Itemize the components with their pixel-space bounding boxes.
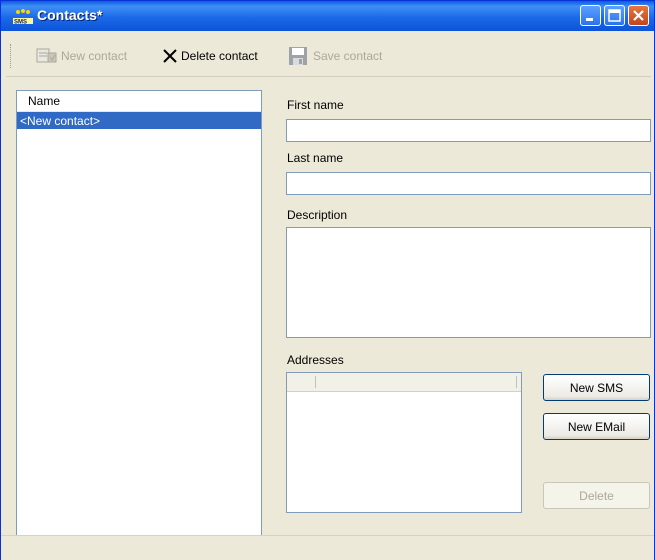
first-name-field[interactable] xyxy=(286,119,651,142)
new-sms-button[interactable]: New SMS xyxy=(543,374,650,401)
list-item[interactable]: <New contact> xyxy=(17,112,261,129)
minimize-icon xyxy=(586,18,593,21)
x-icon xyxy=(162,47,178,65)
close-icon xyxy=(633,10,644,21)
description-textarea[interactable] xyxy=(286,227,651,338)
floppy-disk-icon xyxy=(288,47,310,65)
first-name-label: First name xyxy=(287,98,344,112)
maximize-icon xyxy=(608,9,621,22)
new-contact-label: New contact xyxy=(61,49,128,63)
new-sms-label: New SMS xyxy=(569,380,624,395)
delete-contact-label: Delete contact xyxy=(181,49,258,63)
toolbar-grip[interactable] xyxy=(10,44,14,68)
delete-address-button[interactable]: Delete xyxy=(543,482,650,509)
column-separator[interactable] xyxy=(315,376,316,388)
save-contact-button[interactable]: Save contact xyxy=(288,46,382,66)
new-contact-button[interactable]: New contact xyxy=(36,46,127,66)
status-bar xyxy=(1,535,654,560)
new-email-label: New EMail xyxy=(567,419,626,434)
column-separator[interactable] xyxy=(516,376,517,388)
addresses-list-header[interactable] xyxy=(287,373,521,392)
title-bar[interactable]: SMS Contacts* xyxy=(1,1,654,31)
last-name-label: Last name xyxy=(287,151,344,165)
minimize-button[interactable] xyxy=(580,5,601,26)
addresses-label: Addresses xyxy=(287,353,344,367)
save-contact-label: Save contact xyxy=(313,49,383,63)
delete-contact-button[interactable]: Delete contact xyxy=(162,46,258,66)
pane-splitter[interactable] xyxy=(265,90,269,548)
contact-list[interactable]: Name <New contact> xyxy=(16,90,262,548)
new-contact-icon xyxy=(36,47,58,65)
addresses-list[interactable] xyxy=(286,372,522,513)
description-label: Description xyxy=(287,208,348,222)
last-name-field[interactable] xyxy=(286,172,651,195)
name-column-header[interactable]: Name xyxy=(17,91,261,112)
name-column-label: Name xyxy=(28,94,61,108)
contacts-window: SMS Contacts* New contact Delete contact… xyxy=(0,0,655,560)
window-title: Contacts* xyxy=(37,7,103,23)
list-item-label: <New contact> xyxy=(20,113,101,128)
delete-address-label: Delete xyxy=(579,488,614,503)
sms-app-icon: SMS xyxy=(13,9,33,26)
close-button[interactable] xyxy=(628,5,649,26)
new-email-button[interactable]: New EMail xyxy=(543,413,650,440)
toolbar: New contact Delete contact Save contact xyxy=(6,36,651,77)
svg-text:SMS: SMS xyxy=(14,20,27,26)
maximize-button[interactable] xyxy=(604,5,625,26)
